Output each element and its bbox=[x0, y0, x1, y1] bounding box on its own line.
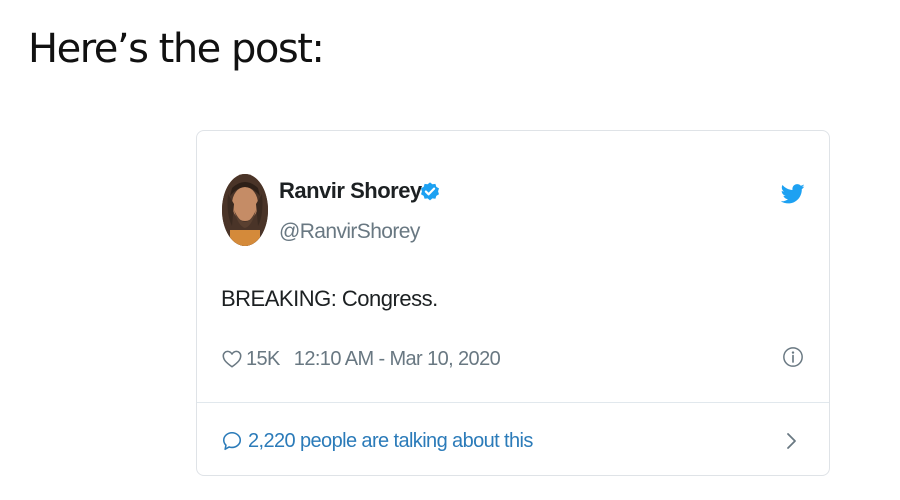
tweet-text: BREAKING: Congress. bbox=[221, 286, 438, 311]
chevron-right-icon[interactable] bbox=[785, 430, 799, 452]
tweet-meta-row: 15K 12:10 AM - Mar 10, 2020 bbox=[221, 346, 501, 372]
author-handle[interactable]: @RanvirShorey bbox=[279, 220, 420, 244]
heart-icon[interactable] bbox=[221, 348, 243, 370]
conversation-count-text[interactable]: 2,220 people are talking about this bbox=[248, 430, 533, 453]
like-count[interactable]: 15K bbox=[246, 348, 280, 371]
avatar[interactable] bbox=[222, 174, 268, 246]
verified-badge-icon bbox=[421, 182, 439, 201]
embedded-tweet-card[interactable]: Ranvir Shorey @RanvirShorey BREAKING: Co… bbox=[196, 130, 830, 476]
speech-bubble-icon bbox=[222, 431, 242, 451]
avatar-image bbox=[222, 174, 268, 246]
twitter-bird-icon[interactable] bbox=[781, 183, 805, 205]
page-heading: Here’s the post: bbox=[28, 26, 325, 72]
info-icon[interactable] bbox=[782, 346, 804, 368]
card-divider bbox=[197, 402, 829, 403]
tweet-timestamp[interactable]: 12:10 AM - Mar 10, 2020 bbox=[294, 348, 501, 371]
author-name[interactable]: Ranvir Shorey bbox=[279, 178, 422, 204]
conversation-link[interactable]: 2,220 people are talking about this bbox=[221, 428, 533, 454]
